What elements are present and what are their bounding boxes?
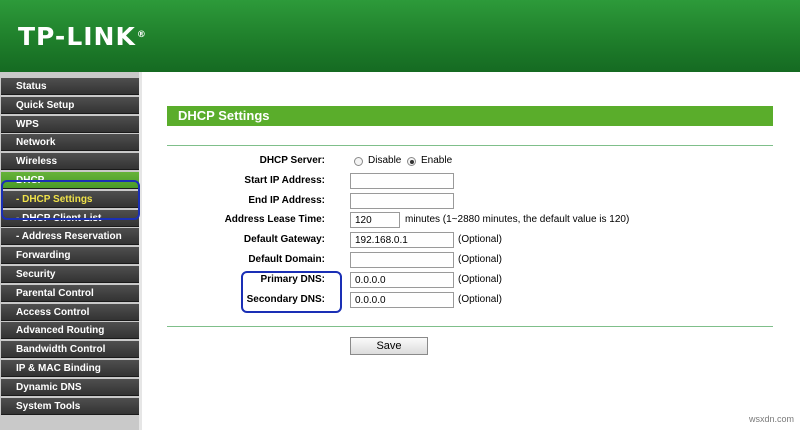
page-title: DHCP Settings <box>167 106 773 126</box>
radio-enable-label: Enable <box>421 155 453 166</box>
sidebar-item-system-tools[interactable]: System Tools <box>1 397 139 415</box>
radio-enable[interactable] <box>407 157 416 166</box>
secondary-dns-label: Secondary DNS: <box>246 294 325 305</box>
sidebar-item-access-control[interactable]: Access Control <box>1 303 139 321</box>
sidebar-item-parental-control[interactable]: Parental Control <box>1 284 139 302</box>
sidebar-item-wps[interactable]: WPS <box>1 115 139 133</box>
sidebar-item-status[interactable]: Status <box>1 78 139 95</box>
radio-disable-label: Disable <box>368 155 402 166</box>
sidebar-item-bandwidth-control[interactable]: Bandwidth Control <box>1 341 139 359</box>
sidebar-item-wireless[interactable]: Wireless <box>1 153 139 171</box>
sidebar-item-security[interactable]: Security <box>1 266 139 283</box>
secondary-dns-input[interactable] <box>350 292 454 308</box>
sidebar-item-network[interactable]: Network <box>1 134 139 152</box>
header-bar: TP-LINK® <box>0 0 800 72</box>
domain-input[interactable] <box>350 252 454 268</box>
domain-note: (Optional) <box>458 254 502 265</box>
dhcp-server-label: DHCP Server: <box>259 155 325 166</box>
start-ip-input[interactable] <box>350 173 454 189</box>
brand-name: TP-LINK <box>18 22 136 51</box>
lease-time-label: Address Lease Time: <box>224 214 325 225</box>
primary-dns-note: (Optional) <box>458 274 502 285</box>
sidebar-item-forwarding[interactable]: Forwarding <box>1 247 139 265</box>
secondary-dns-note: (Optional) <box>458 294 502 305</box>
save-button[interactable]: Save <box>350 337 428 355</box>
sidebar-item-ip-and-mac-binding[interactable]: IP & MAC Binding <box>1 360 139 377</box>
start-ip-label: Start IP Address: <box>244 175 325 186</box>
highlight-dhcp-menu <box>1 180 140 220</box>
gateway-note: (Optional) <box>458 234 502 245</box>
sidebar-item-advanced-routing[interactable]: Advanced Routing <box>1 322 139 340</box>
end-ip-label: End IP Address: <box>248 195 325 206</box>
sidebar-nav: Status Quick Setup WPS Network Wireless DHCP -… <box>0 78 141 430</box>
sidebar-item-dynamic-dns[interactable]: Dynamic DNS <box>1 378 139 396</box>
watermark-text: wsxdn.com <box>748 414 794 424</box>
primary-dns-input[interactable] <box>350 272 454 288</box>
gateway-input[interactable] <box>350 232 454 248</box>
end-ip-input[interactable] <box>350 193 454 209</box>
lease-time-note: minutes (1~2880 minutes, the default val… <box>405 214 630 225</box>
sidebar-item-quick-setup[interactable]: Quick Setup <box>1 96 139 114</box>
gateway-label: Default Gateway: <box>243 234 325 245</box>
lease-time-input[interactable] <box>350 212 400 228</box>
divider-bottom <box>167 326 773 327</box>
primary-dns-label: Primary DNS: <box>260 274 325 285</box>
sidebar-item-address-reservation[interactable]: - Address Reservation <box>1 228 139 246</box>
domain-label: Default Domain: <box>248 254 325 265</box>
trademark-symbol: ® <box>136 30 147 40</box>
radio-disable[interactable] <box>354 157 363 166</box>
tp-link-logo: TP-LINK® <box>18 22 147 52</box>
divider-top <box>167 145 773 146</box>
